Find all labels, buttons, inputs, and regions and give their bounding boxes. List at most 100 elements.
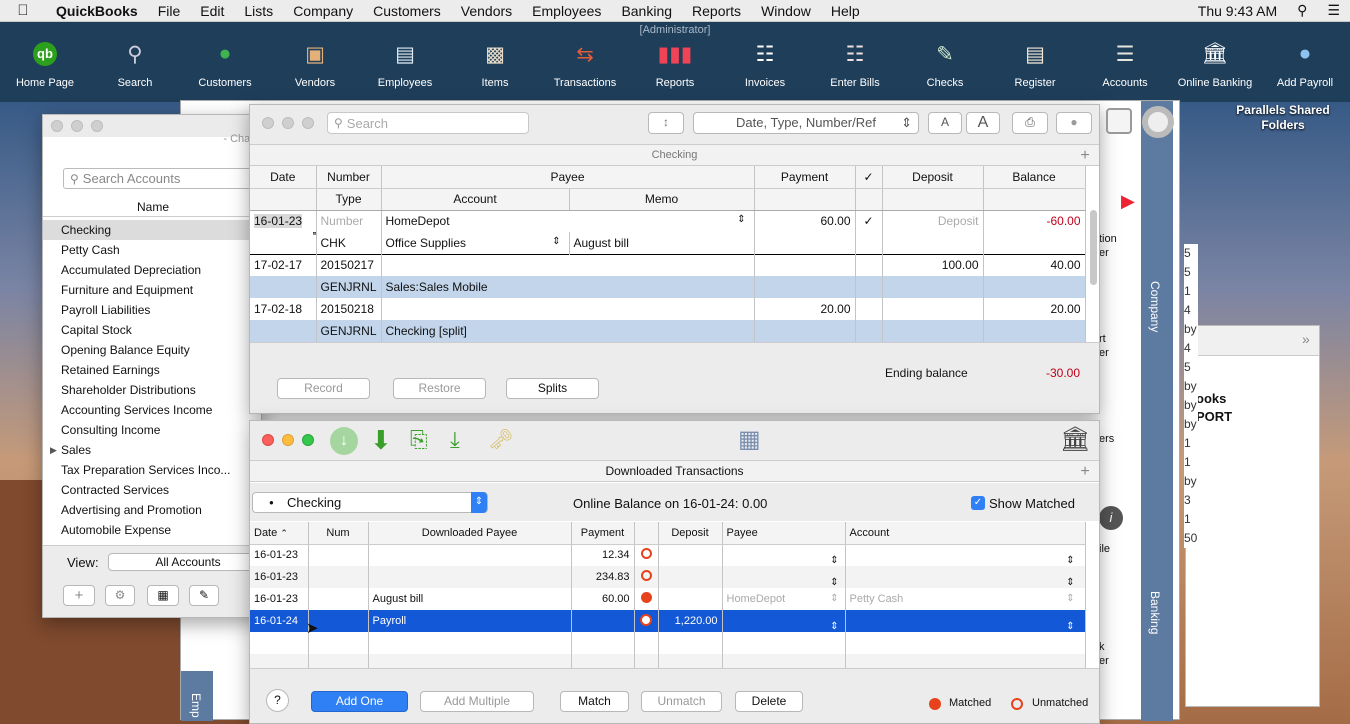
menu-file[interactable]: File <box>148 3 191 19</box>
account-row[interactable]: Opening Balance Equity <box>43 340 261 360</box>
menu-edit[interactable]: Edit <box>190 3 234 19</box>
toolbar-home-page[interactable]: qb Home Page <box>0 40 90 89</box>
account-row[interactable]: Petty Cash <box>43 240 261 260</box>
search-accounts-field[interactable]: ⚲ Search Accounts <box>63 168 261 189</box>
record-button[interactable]: Record <box>277 378 370 399</box>
add-multiple-button[interactable]: Add Multiple <box>420 691 534 712</box>
download-arrow-icon[interactable]: ⬇ <box>370 425 392 456</box>
disclosure-triangle-icon[interactable]: ▶ <box>50 440 57 460</box>
account-row[interactable]: ▶ Sales <box>43 440 261 460</box>
account-row[interactable]: Retained Earnings <box>43 360 261 380</box>
clock[interactable]: Thu 9:43 AM <box>1188 3 1287 19</box>
account-row[interactable]: Furniture and Equipment <box>43 280 261 300</box>
col-date[interactable]: Date ⌃ <box>250 522 309 545</box>
account-row[interactable]: Shareholder Distributions <box>43 380 261 400</box>
edit-payment[interactable]: 60.00 <box>754 210 856 232</box>
account-row[interactable]: Payroll Liabilities <box>43 300 261 320</box>
register-scrollbar[interactable] <box>1090 210 1097 285</box>
toolbar-online-banking[interactable]: 🏛 Online Banking <box>1170 40 1260 89</box>
col-payment[interactable]: Payment <box>571 522 635 545</box>
toolbar-vendors[interactable]: ▣ Vendors <box>270 40 360 90</box>
unmatch-button[interactable]: Unmatch <box>641 691 722 712</box>
minimize-button[interactable] <box>282 117 294 129</box>
toolbar-invoices[interactable]: ☷ Invoices <box>720 40 810 90</box>
add-one-button[interactable]: Add One <box>311 691 408 712</box>
table-row[interactable]: 16-01-23 234.83 ⇕ ⇕ <box>250 566 1086 588</box>
menu-reports[interactable]: Reports <box>682 3 751 19</box>
col-payment[interactable]: Payment <box>754 166 856 189</box>
edit-number[interactable]: Number <box>316 210 382 232</box>
row-account[interactable]: ⇕ <box>845 566 1086 588</box>
toolbar-accounts[interactable]: ☰ Accounts <box>1080 40 1170 90</box>
col-account[interactable]: Account <box>381 188 570 211</box>
row-status[interactable] <box>634 588 659 610</box>
splits-button[interactable]: Splits <box>506 378 599 399</box>
account-row[interactable]: Capital Stock <box>43 320 261 340</box>
edit-button[interactable]: ✎ <box>189 585 219 606</box>
table-row[interactable]: GENJRNL Checking [split] <box>250 320 1086 342</box>
view-select[interactable]: All Accounts <box>108 553 261 571</box>
table-row[interactable]: GENJRNL Sales:Sales Mobile <box>250 276 1086 298</box>
chevron-right-icon[interactable]: » <box>1302 331 1310 347</box>
toolbar-register[interactable]: ▤ Register <box>990 40 1080 90</box>
row-account[interactable]: ⇕ <box>845 610 1086 632</box>
name-column-header[interactable]: Name <box>43 197 261 217</box>
calendar-icon[interactable]: ▦ <box>312 232 315 236</box>
row-payee[interactable]: ⇕ <box>722 566 846 588</box>
row-status[interactable] <box>634 544 659 566</box>
download-bank-icon[interactable]: ⤓ <box>450 427 460 453</box>
account-select[interactable]: ● Checking ⇕ <box>252 492 488 513</box>
edit-account[interactable]: Office Supplies ⇕ <box>381 232 570 254</box>
table-row[interactable]: 16-01-23 August bill 60.00 HomeDepot ⇕ Pe… <box>250 588 1086 610</box>
show-matched-checkbox[interactable]: ✓ <box>971 496 985 510</box>
menu-banking[interactable]: Banking <box>611 3 682 19</box>
import-file-icon[interactable]: ⎘ <box>410 427 428 453</box>
toolbar-transactions[interactable]: ⇆ Transactions <box>540 40 630 90</box>
apple-icon[interactable]:  <box>0 2 46 19</box>
edit-deposit[interactable]: Deposit <box>882 210 984 232</box>
account-row[interactable]: Contracted Services <box>43 480 261 500</box>
parallels-shared-folders[interactable]: Parallels Shared Folders <box>1224 103 1342 133</box>
table-row[interactable]: 16-01-23 12.34 ⇕ ⇕ <box>250 544 1086 566</box>
minimize-button[interactable] <box>71 120 83 132</box>
toolbar-customers[interactable]: ● Customers <box>180 40 270 89</box>
col-memo[interactable]: Memo <box>569 188 755 211</box>
close-button[interactable] <box>262 117 274 129</box>
account-row[interactable]: Consulting Income <box>43 420 261 440</box>
toolbar-items[interactable]: ▩ Items <box>450 40 540 90</box>
toolbar-add-payroll[interactable]: ● Add Payroll <box>1260 40 1350 89</box>
add-account-button[interactable]: + <box>63 585 95 606</box>
menu-help[interactable]: Help <box>821 3 870 19</box>
table-row[interactable]: 17-02-17 20150217 100.00 40.00 <box>250 254 1086 276</box>
col-deposit[interactable]: Deposit <box>658 522 723 545</box>
edit-date-picker[interactable]: ▦ <box>250 232 317 254</box>
help-button[interactable]: ? <box>266 689 289 712</box>
row-account[interactable]: ⇕ <box>845 544 1086 566</box>
menu-list-icon[interactable]: ☰ <box>1317 2 1350 19</box>
col-cleared[interactable]: ✓ <box>855 166 883 189</box>
zoom-button[interactable] <box>91 120 103 132</box>
font-smaller-button[interactable]: A <box>928 112 962 134</box>
col-balance[interactable]: Balance <box>983 166 1086 189</box>
bank-icon[interactable]: 🏛 <box>1060 425 1090 454</box>
more-button[interactable]: ● <box>1056 112 1092 134</box>
menu-customers[interactable]: Customers <box>363 3 451 19</box>
row-payee[interactable]: ⇕ <box>722 610 846 632</box>
table-row[interactable]: 17-02-18 20150218 20.00 20.00 <box>250 298 1086 320</box>
col-payee[interactable]: Payee <box>381 166 755 189</box>
table-row-selected[interactable]: 16-01-24 Payroll 1,220.00 ⇕ ⇕ <box>250 610 1086 632</box>
customize-icon[interactable] <box>1106 108 1132 134</box>
account-row[interactable]: Tax Preparation Services Inco... <box>43 460 261 480</box>
account-row[interactable]: Checking <box>43 220 261 240</box>
toolbar-enter-bills[interactable]: ☷ Enter Bills <box>810 40 900 90</box>
account-row[interactable]: Advertising and Promotion <box>43 500 261 520</box>
close-button[interactable] <box>51 120 63 132</box>
col-account[interactable]: Account <box>845 522 1086 545</box>
register-button[interactable]: ▦ <box>147 585 179 606</box>
account-row[interactable]: Accumulated Depreciation <box>43 260 261 280</box>
menu-window[interactable]: Window <box>751 3 821 19</box>
minimize-button[interactable] <box>282 434 294 446</box>
print-button[interactable]: ⎙ <box>1012 112 1048 134</box>
menu-company[interactable]: Company <box>283 3 363 19</box>
edit-memo[interactable]: August bill <box>569 232 755 254</box>
